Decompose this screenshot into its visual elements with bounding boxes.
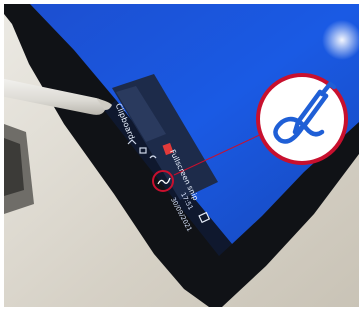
photo-frame: Clipboard Fullscreen snip 17:51 30/09/20… — [4, 4, 359, 307]
pen-callout — [256, 73, 348, 165]
photo-scene — [4, 4, 359, 307]
